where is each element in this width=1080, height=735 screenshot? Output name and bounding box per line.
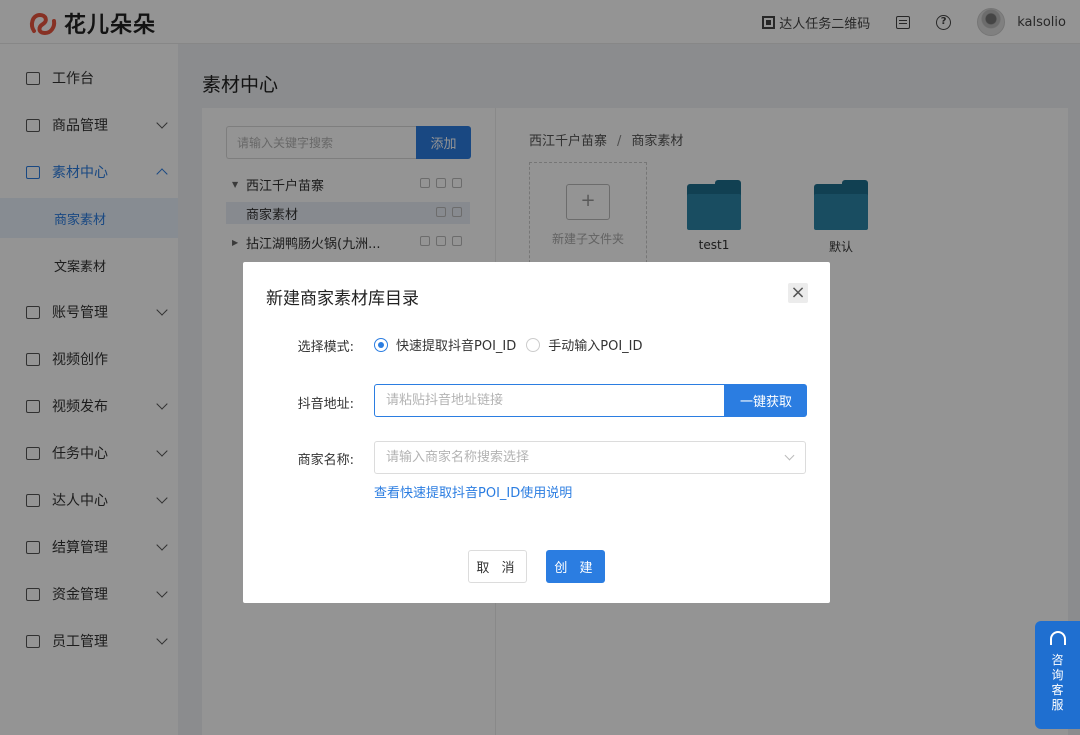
consult-label: 咨询客服 [1051, 653, 1064, 712]
radio-manual-input-label[interactable]: 手动输入POI_ID [548, 335, 642, 354]
url-label: 抖音地址: [297, 397, 354, 412]
mode-label: 选择模式: [297, 340, 354, 355]
radio-quick-extract[interactable] [374, 337, 388, 352]
dialog-title: 新建商家素材库目录 [266, 289, 419, 309]
close-button[interactable]: × [788, 283, 808, 303]
create-button[interactable]: 创 建 [546, 550, 605, 583]
cancel-button[interactable]: 取 消 [468, 550, 527, 583]
merchant-select-placeholder: 请输入商家名称搜索选择 [386, 450, 530, 465]
help-link[interactable]: 查看快速提取抖音POI_ID使用说明 [374, 482, 572, 501]
radio-quick-extract-label[interactable]: 快速提取抖音POI_ID [396, 335, 516, 354]
consult-service-button[interactable]: 咨询客服 [1035, 621, 1080, 729]
merchant-select[interactable]: 请输入商家名称搜索选择 [374, 441, 806, 474]
merchant-label: 商家名称: [297, 453, 354, 468]
headset-icon [1049, 631, 1066, 645]
chevron-down-icon [784, 450, 795, 461]
radio-manual-input[interactable] [526, 337, 541, 352]
douyin-url-input[interactable] [374, 384, 725, 417]
mode-radio-group: 快速提取抖音POI_ID 手动输入POI_ID [374, 335, 643, 354]
new-directory-dialog: 新建商家素材库目录 × 选择模式: 快速提取抖音POI_ID 手动输入POI_I… [243, 262, 830, 603]
one-click-fetch-button[interactable]: 一键获取 [725, 384, 807, 417]
